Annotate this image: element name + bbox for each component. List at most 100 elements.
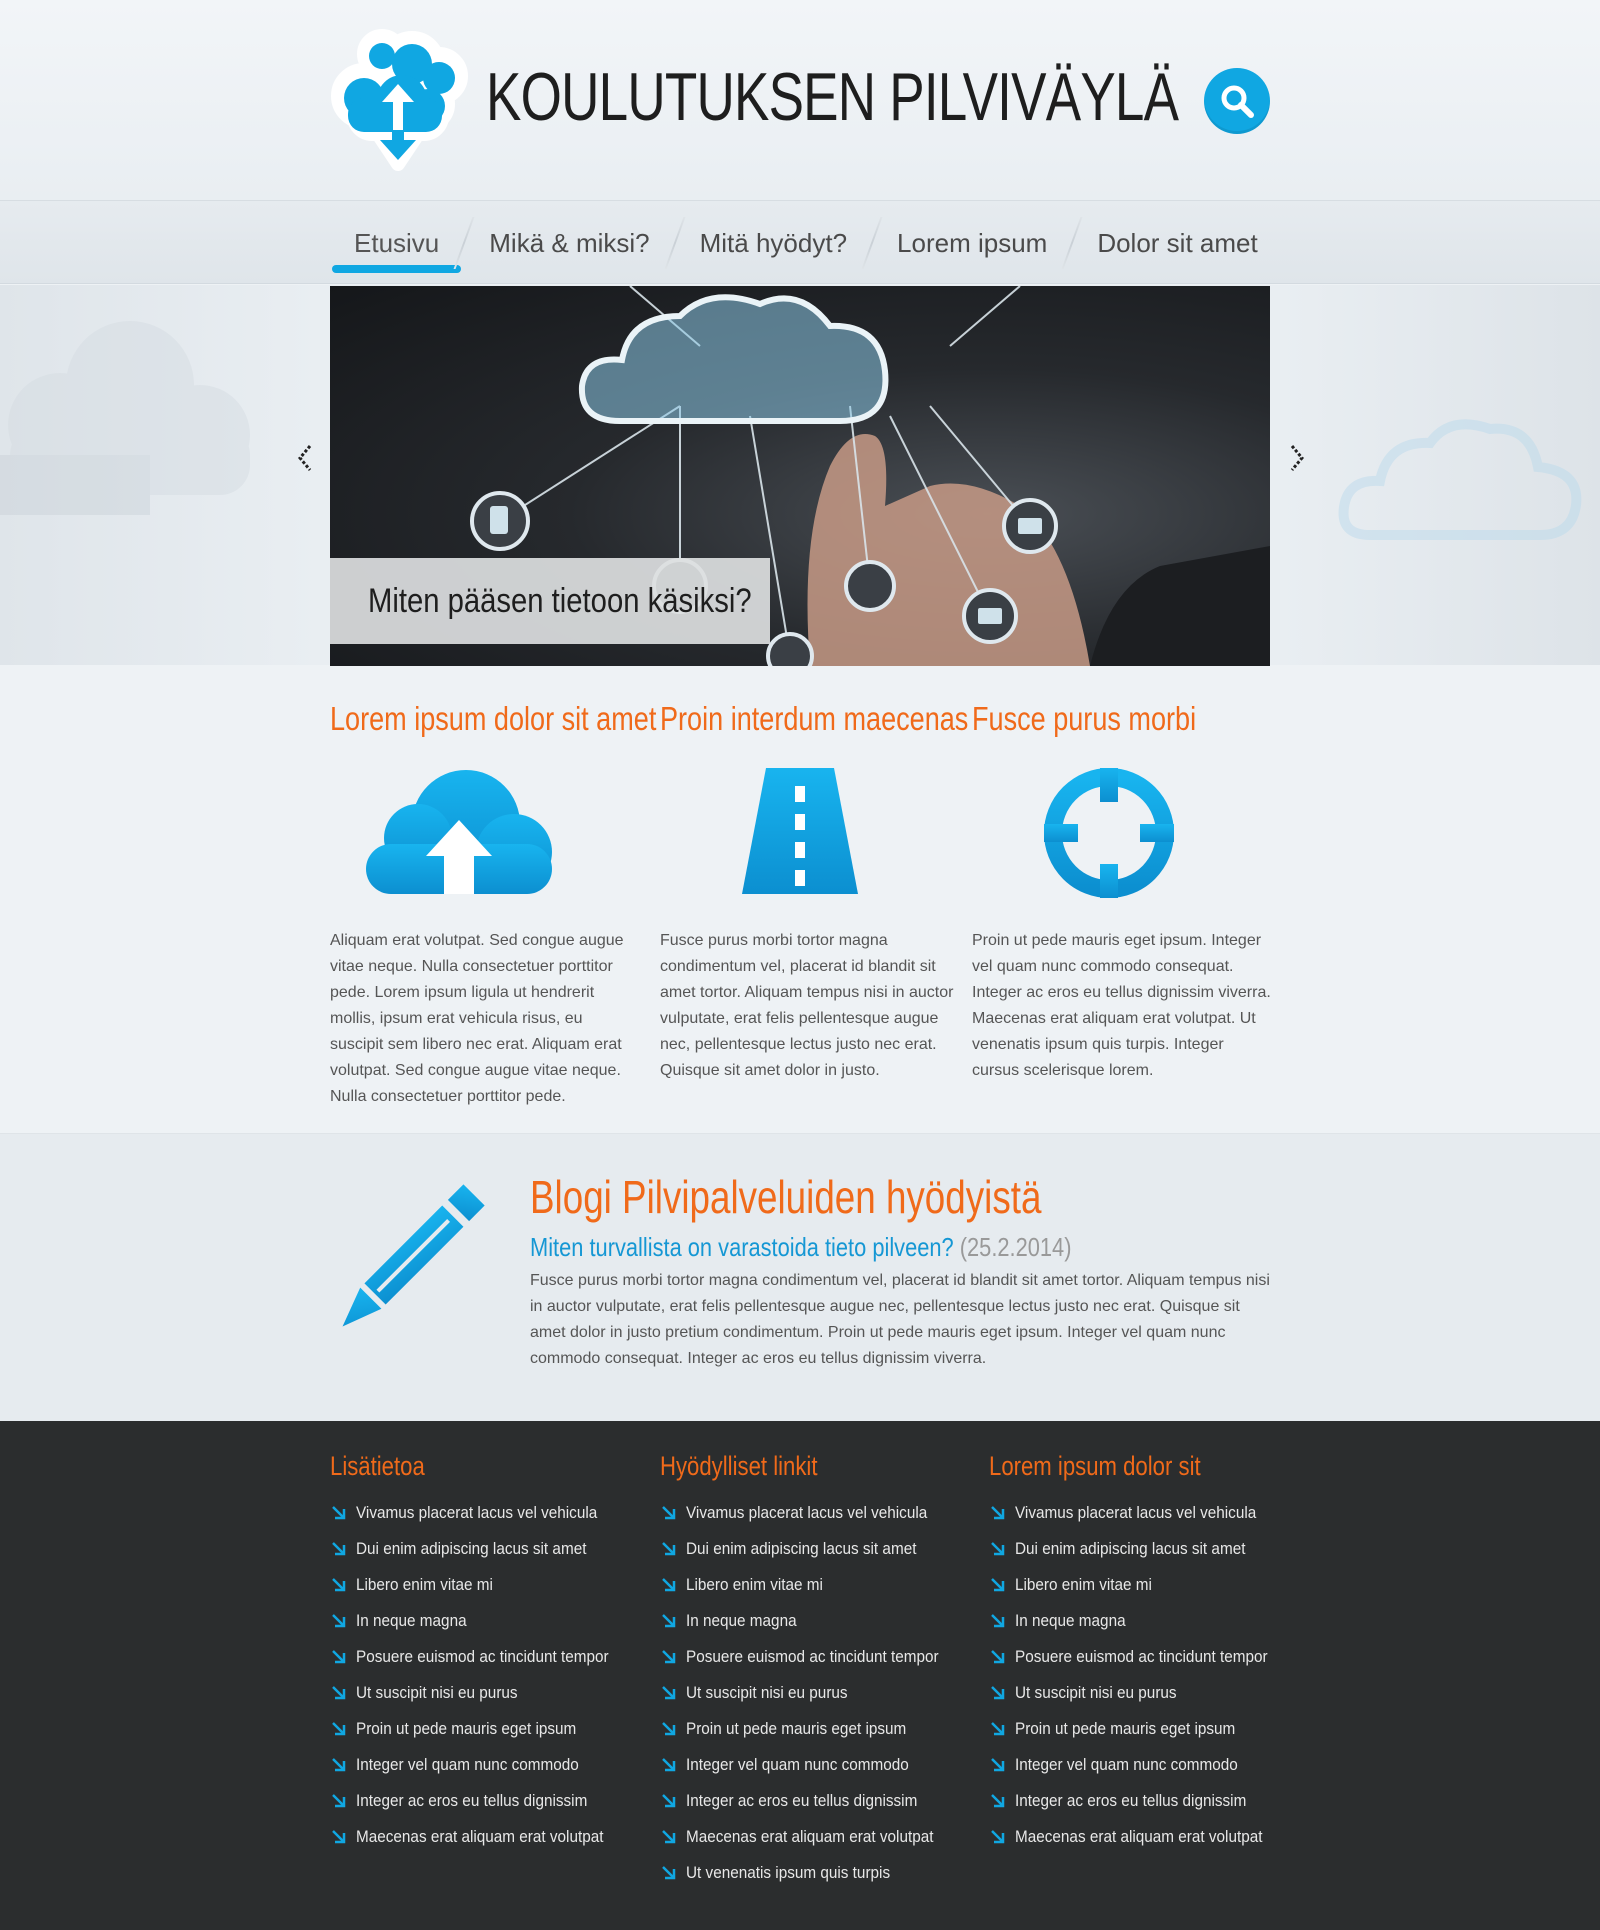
slide-caption-text: Miten pääsen tietoon käsiksi? bbox=[368, 581, 752, 620]
footer-link[interactable]: Ut venenatis ipsum quis turpis bbox=[660, 1855, 960, 1891]
footer-link-label: Dui enim adipiscing lacus sit amet bbox=[686, 1539, 917, 1558]
footer-link-list: Vivamus placerat lacus vel vehicula Dui e… bbox=[330, 1495, 630, 1855]
footer-link[interactable]: Posuere euismod ac tincidunt tempor bbox=[989, 1639, 1289, 1675]
arrow-down-right-icon bbox=[332, 1542, 346, 1556]
footer-link[interactable]: Posuere euismod ac tincidunt tempor bbox=[330, 1639, 630, 1675]
footer-column-title: Hyödylliset linkit bbox=[660, 1451, 818, 1481]
footer-link[interactable]: Integer ac eros eu tellus dignissim bbox=[330, 1783, 630, 1819]
footer-link-label: Maecenas erat aliquam erat volutpat bbox=[356, 1827, 604, 1846]
footer-link[interactable]: Dui enim adipiscing lacus sit amet bbox=[989, 1531, 1289, 1567]
slider-next-button[interactable] bbox=[1282, 440, 1312, 476]
nav-item-mika-miksi[interactable]: Mikä & miksi? bbox=[465, 201, 673, 285]
arrow-down-right-icon bbox=[332, 1722, 346, 1736]
slide-caption: Miten pääsen tietoon käsiksi? bbox=[330, 558, 770, 644]
footer-link[interactable]: Maecenas erat aliquam erat volutpat bbox=[660, 1819, 960, 1855]
footer-link[interactable]: Posuere euismod ac tincidunt tempor bbox=[660, 1639, 960, 1675]
main-navigation: Etusivu Mikä & miksi? Mitä hyödyt? Lorem… bbox=[0, 200, 1600, 284]
nav-item-lorem-ipsum[interactable]: Lorem ipsum bbox=[873, 201, 1071, 285]
footer-link[interactable]: Proin ut pede mauris eget ipsum bbox=[989, 1711, 1289, 1747]
feature-title: Proin interdum maecenas bbox=[660, 700, 969, 737]
arrow-down-right-icon bbox=[991, 1686, 1005, 1700]
footer-link-label: Posuere euismod ac tincidunt tempor bbox=[356, 1647, 609, 1666]
footer-link[interactable]: Proin ut pede mauris eget ipsum bbox=[330, 1711, 630, 1747]
footer-link[interactable]: Ut suscipit nisi eu purus bbox=[330, 1675, 630, 1711]
footer-link-label: In neque magna bbox=[356, 1611, 467, 1630]
footer-column-title: Lisätietoa bbox=[330, 1451, 425, 1481]
arrow-down-right-icon bbox=[662, 1722, 676, 1736]
footer-link-label: Maecenas erat aliquam erat volutpat bbox=[1015, 1827, 1263, 1846]
arrow-down-right-icon bbox=[662, 1830, 676, 1844]
footer-link[interactable]: Integer vel quam nunc commodo bbox=[989, 1747, 1289, 1783]
footer-link[interactable]: Proin ut pede mauris eget ipsum bbox=[660, 1711, 960, 1747]
footer-link[interactable]: Ut suscipit nisi eu purus bbox=[660, 1675, 960, 1711]
blog-post-date: (25.2.2014) bbox=[959, 1232, 1072, 1262]
footer-link[interactable]: Libero enim vitae mi bbox=[660, 1567, 960, 1603]
footer-column: Lorem ipsum dolor sit Vivamus placerat l… bbox=[989, 1451, 1289, 1855]
site-header: KOULUTUKSEN PILVIVÄYLÄ bbox=[0, 0, 1600, 200]
nav-item-etusivu[interactable]: Etusivu bbox=[330, 201, 463, 285]
footer-link-label: Ut suscipit nisi eu purus bbox=[686, 1683, 848, 1702]
footer-link-label: Ut suscipit nisi eu purus bbox=[356, 1683, 518, 1702]
footer-link-label: In neque magna bbox=[1015, 1611, 1126, 1630]
footer-link-label: Integer ac eros eu tellus dignissim bbox=[686, 1791, 918, 1810]
arrow-down-right-icon bbox=[662, 1578, 676, 1592]
arrow-down-right-icon bbox=[991, 1830, 1005, 1844]
slider-prev-button[interactable] bbox=[290, 440, 320, 476]
footer-link-label: Dui enim adipiscing lacus sit amet bbox=[356, 1539, 587, 1558]
footer-link[interactable]: In neque magna bbox=[330, 1603, 630, 1639]
chevron-left-icon bbox=[298, 445, 312, 471]
footer-link[interactable]: Maecenas erat aliquam erat volutpat bbox=[330, 1819, 630, 1855]
arrow-down-right-icon bbox=[662, 1866, 676, 1880]
footer-link[interactable]: Integer vel quam nunc commodo bbox=[330, 1747, 630, 1783]
footer-link[interactable]: Maecenas erat aliquam erat volutpat bbox=[989, 1819, 1289, 1855]
arrow-down-right-icon bbox=[332, 1506, 346, 1520]
arrow-down-right-icon bbox=[991, 1614, 1005, 1628]
arrow-down-right-icon bbox=[662, 1686, 676, 1700]
arrow-down-right-icon bbox=[332, 1578, 346, 1592]
arrow-down-right-icon bbox=[332, 1650, 346, 1664]
footer-link-label: Proin ut pede mauris eget ipsum bbox=[356, 1719, 577, 1738]
arrow-down-right-icon bbox=[662, 1650, 676, 1664]
footer-link[interactable]: Integer vel quam nunc commodo bbox=[660, 1747, 960, 1783]
footer-link[interactable]: Libero enim vitae mi bbox=[989, 1567, 1289, 1603]
search-button[interactable] bbox=[1204, 68, 1270, 134]
arrow-down-right-icon bbox=[662, 1794, 676, 1808]
crosshair-icon bbox=[1044, 768, 1174, 898]
nav-item-dolor-sit-amet[interactable]: Dolor sit amet bbox=[1073, 201, 1281, 285]
footer-link[interactable]: In neque magna bbox=[660, 1603, 960, 1639]
footer-link[interactable]: Ut suscipit nisi eu purus bbox=[989, 1675, 1289, 1711]
footer-column: Lisätietoa Vivamus placerat lacus vel ve… bbox=[330, 1451, 630, 1855]
cloud-upload-download-icon[interactable] bbox=[324, 24, 470, 174]
arrow-down-right-icon bbox=[991, 1794, 1005, 1808]
cloud-upload-icon bbox=[366, 770, 552, 894]
footer-link-label: Posuere euismod ac tincidunt tempor bbox=[1015, 1647, 1268, 1666]
arrow-down-right-icon bbox=[991, 1722, 1005, 1736]
blog-post-title[interactable]: Miten turvallista on varastoida tieto pi… bbox=[530, 1232, 954, 1262]
footer-link[interactable]: Vivamus placerat lacus vel vehicula bbox=[660, 1495, 960, 1531]
chevron-right-icon bbox=[1290, 445, 1304, 471]
footer-link-label: Integer ac eros eu tellus dignissim bbox=[1015, 1791, 1247, 1810]
feature-column: Proin interdum maecenas Fusce purus morb… bbox=[660, 700, 969, 1079]
footer-column-title: Lorem ipsum dolor sit bbox=[989, 1451, 1201, 1481]
footer-link-label: Integer vel quam nunc commodo bbox=[686, 1755, 909, 1774]
feature-text: Fusce purus morbi tortor magna condiment… bbox=[660, 932, 954, 1079]
footer-link[interactable]: Libero enim vitae mi bbox=[330, 1567, 630, 1603]
arrow-down-right-icon bbox=[332, 1794, 346, 1808]
footer-link[interactable]: Dui enim adipiscing lacus sit amet bbox=[330, 1531, 630, 1567]
arrow-down-right-icon bbox=[662, 1542, 676, 1556]
footer-link[interactable]: Dui enim adipiscing lacus sit amet bbox=[660, 1531, 960, 1567]
nav-item-mita-hyodyt[interactable]: Mitä hyödyt? bbox=[676, 201, 871, 285]
footer-link[interactable]: Integer ac eros eu tellus dignissim bbox=[989, 1783, 1289, 1819]
footer-link-label: Libero enim vitae mi bbox=[1015, 1575, 1152, 1594]
footer-link[interactable]: Vivamus placerat lacus vel vehicula bbox=[989, 1495, 1289, 1531]
site-title: KOULUTUKSEN PILVIVÄYLÄ bbox=[486, 59, 1179, 135]
footer-link[interactable]: Integer ac eros eu tellus dignissim bbox=[660, 1783, 960, 1819]
blog-section: Blogi Pilvipalveluiden hyödyistä Miten t… bbox=[0, 1133, 1600, 1421]
pencil-icon bbox=[342, 1184, 485, 1327]
footer-link[interactable]: In neque magna bbox=[989, 1603, 1289, 1639]
arrow-down-right-icon bbox=[332, 1830, 346, 1844]
footer-link[interactable]: Vivamus placerat lacus vel vehicula bbox=[330, 1495, 630, 1531]
footer-link-label: Vivamus placerat lacus vel vehicula bbox=[1015, 1503, 1257, 1522]
feature-title: Fusce purus morbi bbox=[972, 700, 1197, 737]
blog-post-link[interactable]: Miten turvallista on varastoida tieto pi… bbox=[530, 1232, 1071, 1263]
